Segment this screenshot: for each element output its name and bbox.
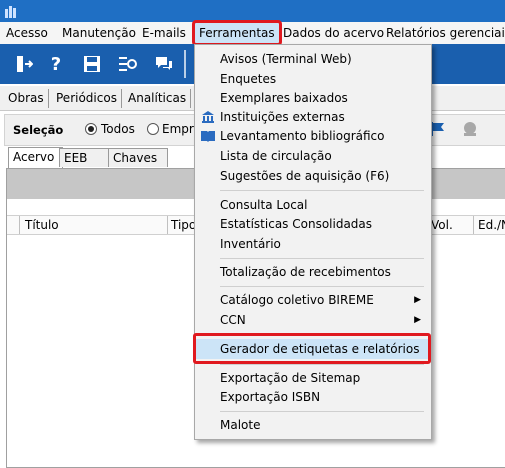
menu-item-label: Sugestões de aquisição (F6) xyxy=(220,169,390,183)
settings-button[interactable] xyxy=(116,52,140,76)
menu-item-exportacao-de-sitemap[interactable]: Exportação de Sitemap xyxy=(195,368,431,388)
radio-todos[interactable] xyxy=(85,123,97,135)
tab-acervo[interactable]: Acervo xyxy=(8,147,63,168)
chat-button[interactable] xyxy=(152,52,176,76)
menu-item-consulta-local[interactable]: Consulta Local xyxy=(195,195,431,215)
menu-item-exportacao-isbn[interactable]: Exportação ISBN xyxy=(195,387,431,407)
menu-item-label: Exemplares baixados xyxy=(220,91,348,105)
menu-item-avisos[interactable]: Avisos (Terminal Web) xyxy=(195,49,431,69)
menu-item-exemplares-baixados[interactable]: Exemplares baixados xyxy=(195,88,431,108)
menu-bar: Acesso Manutenção E-mails Ferramentas Da… xyxy=(0,20,505,46)
menu-item-totalizacao-de-recebimentos[interactable]: Totalização de recebimentos xyxy=(195,262,431,282)
menu-item-levantamento-bibliografico[interactable]: Levantamento bibliográfico xyxy=(195,126,431,146)
grid-header-separator xyxy=(19,216,20,234)
menu-item-label: Lista de circulação xyxy=(220,149,332,163)
menu-separator xyxy=(220,258,424,259)
chat-icon xyxy=(156,57,172,70)
menu-item-ccn[interactable]: CCN ▶ xyxy=(195,310,431,330)
menu-separator xyxy=(220,364,424,365)
tab-chaves[interactable]: Chaves xyxy=(108,148,168,167)
menu-emails[interactable]: E-mails xyxy=(142,22,186,44)
menu-ferramentas[interactable]: Ferramentas xyxy=(192,20,282,46)
institution-icon xyxy=(202,111,214,123)
menu-item-catalogo-coletivo-bireme[interactable]: Catálogo coletivo BIREME ▶ xyxy=(195,290,431,310)
exit-button[interactable] xyxy=(12,52,36,76)
column-tipo[interactable]: Tipo xyxy=(171,218,196,232)
menu-relatorios-gerenciais[interactable]: Relatórios gerenciais xyxy=(386,22,505,44)
exit-icon xyxy=(17,56,33,72)
menu-item-label: Totalização de recebimentos xyxy=(220,265,391,279)
menu-item-label: CCN xyxy=(220,313,246,327)
stamp-icon[interactable] xyxy=(461,121,479,137)
column-vol[interactable]: Vol. xyxy=(431,218,453,232)
menu-item-label: Avisos (Terminal Web) xyxy=(220,52,352,66)
menu-acesso[interactable]: Acesso xyxy=(6,22,48,44)
save-icon xyxy=(84,56,100,72)
menu-item-label: Enquetes xyxy=(220,72,277,86)
help-icon: ? xyxy=(50,53,62,75)
menu-item-label: Malote xyxy=(220,418,261,432)
menu-separator xyxy=(220,411,424,412)
menu-item-label: Catálogo coletivo BIREME xyxy=(220,293,374,307)
menu-item-label: Inventário xyxy=(220,237,281,251)
grid-header-separator xyxy=(473,216,474,234)
ferramentas-menu: Avisos (Terminal Web) Enquetes Exemplare… xyxy=(194,44,432,440)
annotation-highlight-box xyxy=(193,333,431,364)
menu-separator xyxy=(220,190,424,191)
menu-manutencao[interactable]: Manutenção xyxy=(62,22,136,44)
tab-eeb[interactable]: EEB xyxy=(59,148,111,167)
submenu-arrow-icon: ▶ xyxy=(414,315,421,325)
menu-item-estatisticas-consolidadas[interactable]: Estatísticas Consolidadas xyxy=(195,214,431,234)
menu-item-label: Estatísticas Consolidadas xyxy=(220,217,373,231)
menu-item-label: Instituições externas xyxy=(220,110,345,124)
menu-item-label: Levantamento bibliográfico xyxy=(220,129,385,143)
book-icon xyxy=(201,131,215,142)
menu-separator xyxy=(220,286,424,287)
submenu-arrow-icon: ▶ xyxy=(414,295,421,305)
tab-periodicos[interactable]: Periódicos xyxy=(52,89,122,108)
app-logo-icon xyxy=(5,6,16,18)
help-button[interactable]: ? xyxy=(44,52,68,76)
menu-item-sugestoes-de-aquisicao[interactable]: Sugestões de aquisição (F6) xyxy=(195,166,431,186)
menu-item-label: Exportação ISBN xyxy=(220,390,321,404)
tab-analiticas[interactable]: Analíticas xyxy=(124,89,192,108)
menu-item-lista-de-circulacao[interactable]: Lista de circulação xyxy=(195,146,431,166)
selection-label: Seleção xyxy=(13,123,64,137)
menu-item-instituicoes-externas[interactable]: Instituições externas xyxy=(195,107,431,127)
menu-item-enquetes[interactable]: Enquetes xyxy=(195,69,431,89)
toolbar-separator xyxy=(184,50,186,78)
menu-item-inventario[interactable]: Inventário xyxy=(195,234,431,254)
menu-item-label: Consulta Local xyxy=(220,198,308,212)
radio-empre[interactable] xyxy=(147,123,159,135)
title-bar xyxy=(0,0,505,22)
menu-dados-do-acervo[interactable]: Dados do acervo xyxy=(283,22,384,44)
settings-icon xyxy=(119,57,137,71)
menu-item-malote[interactable]: Malote xyxy=(195,415,431,435)
radio-todos-label: Todos xyxy=(101,122,135,136)
grid-header-separator xyxy=(167,216,168,234)
save-button[interactable] xyxy=(80,52,104,76)
column-ed[interactable]: Ed./N xyxy=(478,218,505,232)
menu-item-label: Exportação de Sitemap xyxy=(220,371,361,385)
column-titulo[interactable]: Título xyxy=(25,218,59,232)
tab-obras[interactable]: Obras xyxy=(4,89,49,108)
